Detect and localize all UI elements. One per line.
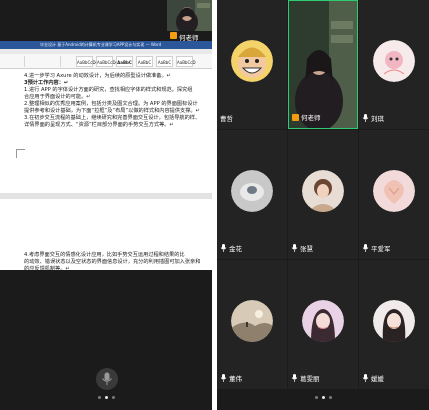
word-title-bar: 毕业设计 基于Android的计算机专业课学习APP设计与实现 — Word [0,41,212,49]
screen-share-view: 何老师 毕业设计 基于Android的计算机专业课学习APP设计与实现 — Wo… [0,0,212,410]
participant-avatar [231,40,273,82]
participant-avatar [373,300,415,342]
participant-tile[interactable]: 媛媛 [359,260,429,389]
participant-tile[interactable]: 金花 [217,130,287,259]
style-heading-2[interactable]: AaBbC [136,56,153,67]
participant-grid-view: 曹哲 何老师 刘琪金花 张慧 平爱军董伟 葛雯丽 媛媛 [217,0,429,410]
doc-line: 合应用于界面设计的可能。↵ [24,94,91,100]
shared-word-document[interactable]: 毕业设计 基于Android的计算机专业课学习APP设计与实现 — Word A… [0,41,212,272]
document-page-1: 4.进一步学习 Axure 的动效设计，为后续的原型设计做准备。↵ 3预计工作内… [0,69,212,202]
doc-line: 2.整理相似的优秀应用案例，包括分类及图文合理。为 APP 的界面图标设计 [24,101,198,107]
control-bar [0,270,212,410]
participant-avatar [231,300,273,342]
participant-name: 董伟 [229,375,242,383]
document-title: 毕业设计 基于Android的计算机专业课学习APP设计与实现 — Word [40,42,162,47]
doc-line: 提供参考和设计基础，为下面“拉框”及“布局”以做的样式和内容提供支撑。↵ [24,108,200,114]
page-indicator[interactable] [0,396,212,399]
host-badge-icon [170,32,177,39]
style-subtitle[interactable]: AaBbCcD [176,56,196,67]
video-feed-icon [289,1,357,128]
mic-icon [291,244,298,252]
page-dot[interactable] [97,396,101,399]
participant-name: 媛媛 [371,375,384,383]
page-dot-current[interactable] [104,396,108,399]
doc-line: 的动效、错误状态以及空状态的界面信息设计，充分的利用插图可加入张亲和 [24,259,201,265]
page-margin-marker [16,149,25,158]
mic-icon [362,244,369,252]
style-title[interactable]: AaBbC [156,56,173,67]
ribbon-toolbar: AaBbCcDd AaBbCcDd AaBbC AaBbC AaBbC AaBb… [0,54,212,69]
participant-label: 何老师 [292,112,321,122]
participant-tile[interactable]: 曹哲 [217,0,287,129]
pip-name-label: 何老师 [166,31,212,42]
mic-icon [220,374,227,382]
participant-tile[interactable]: 刘琪 [359,0,429,129]
participant-tile[interactable]: 何老师 [288,0,358,129]
participant-name: 金花 [229,245,242,253]
doc-line: 3.在初步交互流程的基础上，继续研究和完善界面交互设计，包括导航的样、 [24,115,201,121]
participant-avatar [302,170,344,212]
style-heading-1[interactable]: AaBbC [116,56,133,67]
doc-line: 4.进一步学习 Axure 的动效设计，为后续的原型设计做准备。↵ [24,73,172,79]
mute-button[interactable] [96,368,118,390]
participant-name: 葛雯丽 [300,375,320,383]
style-no-spacing[interactable]: AaBbCcDd [96,56,118,67]
participant-avatar [231,170,273,212]
participant-avatar [302,300,344,342]
page-indicator[interactable] [217,396,429,399]
participant-tile[interactable]: 张慧 [288,130,358,259]
participant-label: 张慧 [291,243,313,253]
document-page-2: 4.考虑界面交互的情感化设计应用，比如手势交互运用过程和结果的比 的动效、错误状… [0,199,212,272]
participant-label: 曹哲 [220,113,233,123]
mic-icon [362,374,369,382]
participant-avatar [373,40,415,82]
participant-name: 何老师 [301,114,321,122]
participant-tile[interactable]: 平爱军 [359,130,429,259]
participant-label: 金花 [220,243,242,253]
page-dot[interactable] [111,396,115,399]
doc-line: 1.进行 APP 的字体设计方面的研究，查找相应字体的样式和规范。探究组 [24,87,193,93]
participant-name: 曹哲 [220,115,233,123]
doc-line: 4.考虑界面交互的情感化设计应用，比如手势交互运用过程和结果的比 [24,252,185,258]
doc-line: 详情界面的呈现方式、“资源”栏目部分界面的手势交互方式等。↵ [24,122,174,128]
participant-name: 平爱军 [371,245,391,253]
participant-tile[interactable]: 葛雯丽 [288,260,358,389]
doc-heading: 3预计工作内容：↵ [24,80,69,86]
page-dot-current[interactable] [321,396,325,399]
page-dot[interactable] [314,396,318,399]
ribbon-separator [24,56,25,67]
participant-label: 媛媛 [362,373,384,383]
participant-label: 平爱军 [362,243,391,253]
participant-name: 刘琪 [371,115,384,123]
mic-icon [291,374,298,382]
page-dot[interactable] [328,396,332,399]
video-feed-icon [167,0,212,31]
ribbon-separator [60,56,61,67]
participant-label: 董伟 [220,373,242,383]
participant-tile[interactable]: 董伟 [217,260,287,389]
participant-name: 张慧 [300,245,313,253]
participant-avatar [373,170,415,212]
host-badge-icon [292,113,299,121]
mic-icon [102,372,112,385]
participant-label: 刘琪 [362,113,384,123]
mic-icon [220,244,227,252]
mic-icon [362,114,369,122]
style-normal[interactable]: AaBbCcDd [76,56,98,67]
teacher-video-thumbnail[interactable] [167,0,212,31]
participant-label: 葛雯丽 [291,373,320,383]
